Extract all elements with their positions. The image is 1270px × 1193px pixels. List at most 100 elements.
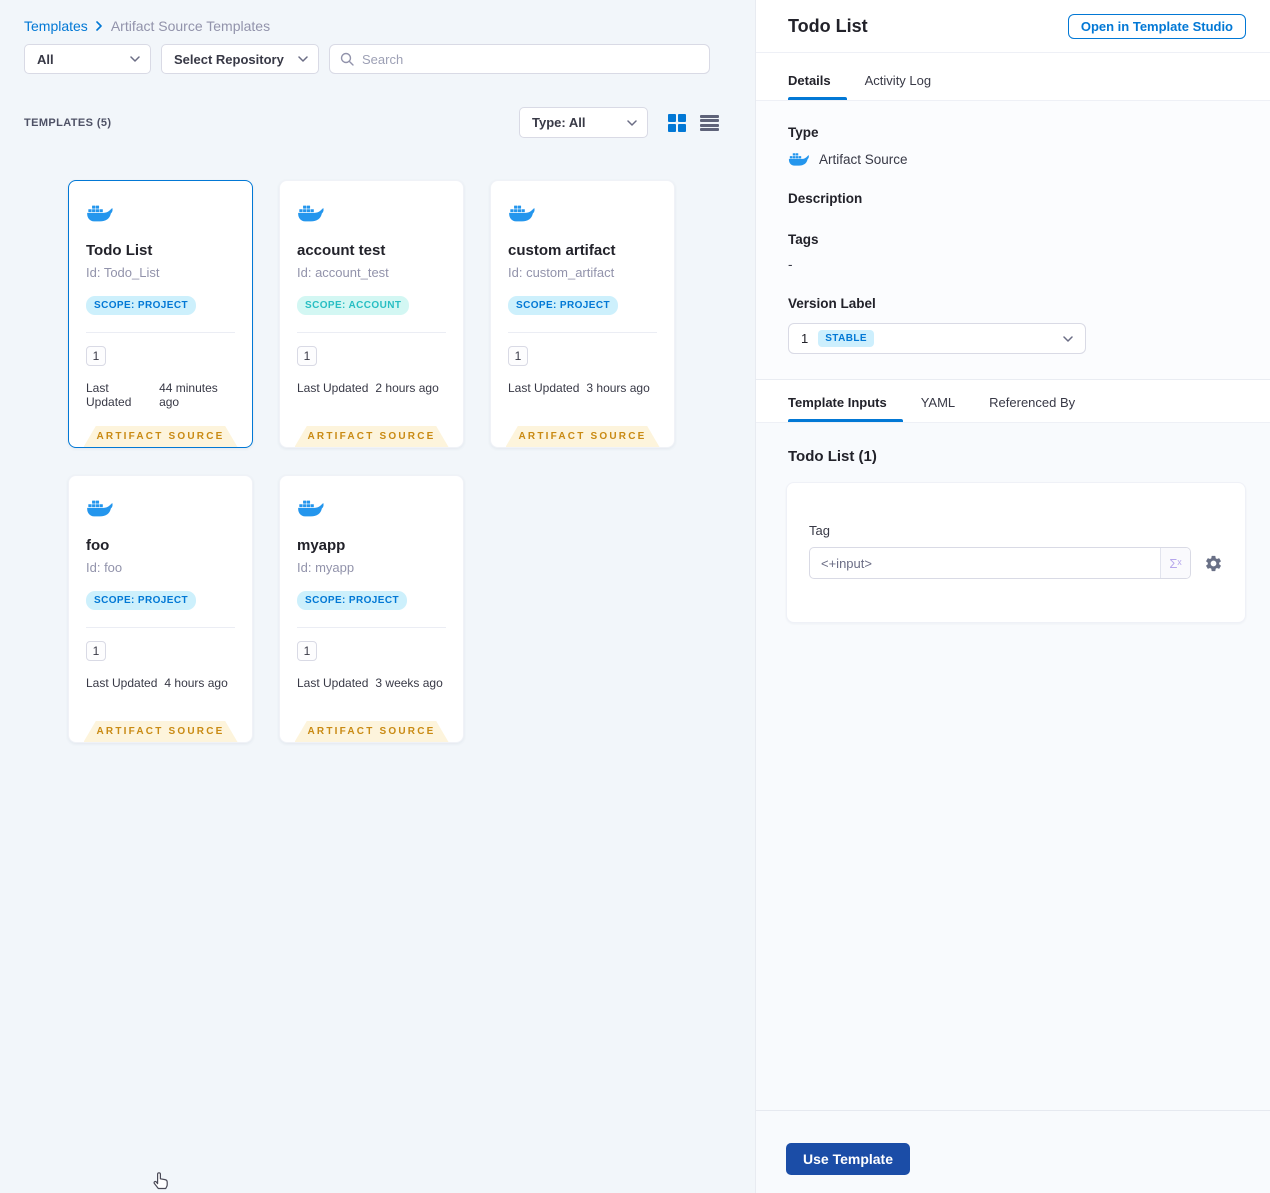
- last-updated-label: Last Updated: [297, 676, 369, 690]
- use-template-button[interactable]: Use Template: [786, 1143, 910, 1175]
- inputs-heading: Todo List (1): [788, 448, 877, 465]
- artifact-source-ribbon: ARTIFACT SOURCE: [83, 721, 238, 742]
- last-updated-label: Last Updated: [86, 676, 158, 690]
- templates-count-label: TEMPLATES (5): [24, 117, 112, 129]
- artifact-source-ribbon: ARTIFACT SOURCE: [294, 721, 449, 742]
- card-title: myapp: [297, 537, 346, 554]
- version-count-box: 1: [297, 641, 317, 661]
- card-id: Id: account_test: [297, 265, 389, 280]
- scope-badge: SCOPE: PROJECT: [508, 296, 618, 315]
- template-inputs-section: Todo List (1) Tag Σˣ: [756, 423, 1270, 623]
- last-updated-value: 2 hours ago: [375, 381, 439, 395]
- card-divider: [508, 332, 657, 333]
- breadcrumb-chevron-icon: [96, 21, 102, 31]
- filter-row: All Select Repository: [24, 44, 710, 74]
- view-toggles: [668, 114, 719, 132]
- version-label: Version Label: [788, 296, 876, 311]
- scope-badge: SCOPE: PROJECT: [86, 591, 196, 610]
- last-updated: Last Updated 4 hours ago: [86, 676, 235, 690]
- last-updated-label: Last Updated: [508, 381, 580, 395]
- docker-icon: [297, 203, 325, 223]
- template-cards-grid: Todo List Id: Todo_List SCOPE: PROJECT 1…: [68, 180, 675, 743]
- search-box: [329, 44, 710, 74]
- template-card-account-test[interactable]: account test Id: account_test SCOPE: ACC…: [279, 180, 464, 448]
- chevron-down-icon: [1063, 336, 1073, 342]
- version-dropdown[interactable]: 1 STABLE: [788, 323, 1086, 354]
- tag-label: Tag: [809, 523, 830, 538]
- details-tab-bar: Details Activity Log: [756, 53, 1270, 101]
- breadcrumb-current: Artifact Source Templates: [110, 18, 271, 34]
- repository-filter-value: Select Repository: [174, 51, 284, 67]
- template-card-todo-list[interactable]: Todo List Id: Todo_List SCOPE: PROJECT 1…: [68, 180, 253, 448]
- description-label: Description: [788, 191, 863, 206]
- version-count-box: 1: [297, 346, 317, 366]
- type-filter-value: Type: All: [532, 115, 586, 130]
- card-divider: [86, 332, 235, 333]
- last-updated-value: 3 weeks ago: [375, 676, 443, 690]
- breadcrumb-templates-link[interactable]: Templates: [24, 18, 88, 34]
- tab-activity-log[interactable]: Activity Log: [865, 73, 931, 100]
- template-details-panel: Todo List Open in Template Studio Detail…: [755, 0, 1270, 1193]
- last-updated-value: 4 hours ago: [164, 676, 228, 690]
- last-updated-label: Last Updated: [86, 381, 132, 409]
- details-panel-header: Todo List Open in Template Studio: [756, 0, 1270, 53]
- scope-filter-value: All: [37, 51, 54, 67]
- card-title: custom artifact: [508, 242, 616, 259]
- search-input[interactable]: [362, 51, 699, 67]
- grid-view-icon[interactable]: [668, 114, 686, 132]
- expression-sigma-icon[interactable]: Σˣ: [1160, 548, 1190, 578]
- last-updated: Last Updated 44 minutes ago: [86, 381, 235, 409]
- artifact-source-ribbon: ARTIFACT SOURCE: [505, 426, 660, 447]
- breadcrumb: Templates Artifact Source Templates: [24, 18, 270, 34]
- card-title: Todo List: [86, 242, 153, 259]
- card-divider: [86, 627, 235, 628]
- docker-icon: [86, 498, 114, 518]
- card-title: foo: [86, 537, 110, 554]
- template-card-custom-artifact[interactable]: custom artifact Id: custom_artifact SCOP…: [490, 180, 675, 448]
- template-card-foo[interactable]: foo Id: foo SCOPE: PROJECT 1 Last Update…: [68, 475, 253, 743]
- tab-template-inputs[interactable]: Template Inputs: [788, 395, 903, 422]
- version-count-box: 1: [86, 641, 106, 661]
- scope-badge: SCOPE: PROJECT: [86, 296, 196, 315]
- scope-filter-dropdown[interactable]: All: [24, 44, 151, 74]
- chevron-down-icon: [130, 56, 140, 62]
- card-divider: [297, 627, 446, 628]
- docker-icon: [788, 151, 810, 167]
- docker-icon: [508, 203, 536, 223]
- type-value: Artifact Source: [819, 151, 908, 167]
- tab-yaml[interactable]: YAML: [921, 395, 955, 422]
- docker-icon: [297, 498, 325, 518]
- last-updated-value: 44 minutes ago: [159, 381, 218, 409]
- chevron-down-icon: [627, 120, 637, 126]
- type-filter-dropdown[interactable]: Type: All: [519, 107, 648, 138]
- last-updated-label: Last Updated: [297, 381, 369, 395]
- inputs-tab-bar: Template Inputs YAML Referenced By: [756, 380, 1270, 423]
- scope-badge: SCOPE: PROJECT: [297, 591, 407, 610]
- input-settings-gear-icon[interactable]: [1204, 554, 1223, 573]
- scope-badge: SCOPE: ACCOUNT: [297, 296, 410, 315]
- tab-details[interactable]: Details: [788, 73, 847, 100]
- version-count-box: 1: [508, 346, 528, 366]
- panel-title: Todo List: [788, 15, 868, 36]
- tags-value: -: [788, 257, 793, 272]
- template-card-myapp[interactable]: myapp Id: myapp SCOPE: PROJECT 1 Last Up…: [279, 475, 464, 743]
- tag-input[interactable]: [810, 548, 1160, 578]
- mouse-cursor-hand-icon: [153, 1172, 168, 1190]
- inputs-card: Tag Σˣ: [786, 482, 1246, 623]
- last-updated-value: 3 hours ago: [586, 381, 650, 395]
- repository-filter-dropdown[interactable]: Select Repository: [161, 44, 319, 74]
- last-updated: Last Updated 3 hours ago: [508, 381, 657, 395]
- card-id: Id: custom_artifact: [508, 265, 615, 280]
- card-id: Id: foo: [86, 560, 123, 575]
- version-count-box: 1: [86, 346, 106, 366]
- stable-badge: STABLE: [818, 330, 874, 347]
- tab-referenced-by[interactable]: Referenced By: [989, 395, 1075, 422]
- artifact-source-ribbon: ARTIFACT SOURCE: [83, 426, 238, 447]
- tags-label: Tags: [788, 232, 819, 247]
- list-view-icon[interactable]: [700, 115, 719, 131]
- open-in-template-studio-button[interactable]: Open in Template Studio: [1067, 13, 1246, 39]
- tag-input-wrapper: Σˣ: [809, 547, 1191, 579]
- version-value: 1: [801, 331, 809, 346]
- docker-icon: [86, 203, 114, 223]
- type-label: Type: [788, 125, 819, 140]
